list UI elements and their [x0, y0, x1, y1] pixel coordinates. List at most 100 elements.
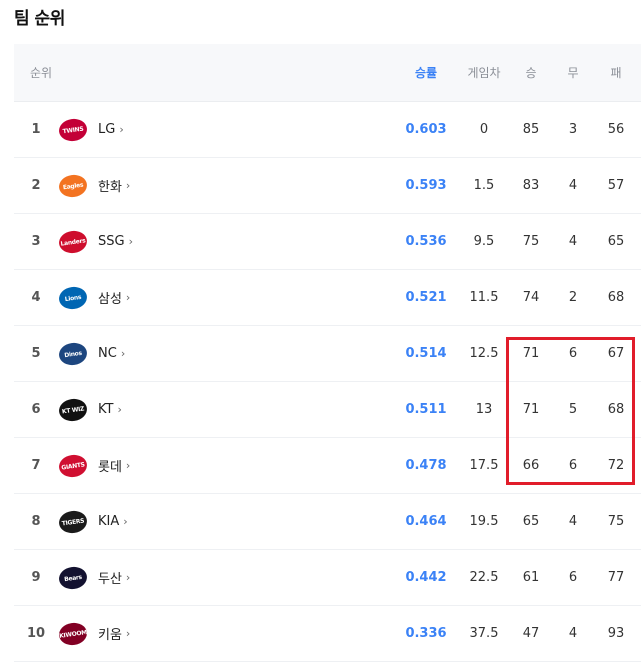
draws: 6 [568, 570, 578, 585]
team-logo-cell[interactable]: GIANTS [57, 438, 89, 493]
chevron-right-icon: › [125, 571, 131, 584]
losses: 93 [607, 626, 625, 641]
team-link[interactable]: 한화 › [98, 158, 218, 213]
wins: 47 [522, 626, 540, 641]
team-logo-icon: Bears [57, 564, 89, 591]
losses: 72 [607, 458, 625, 473]
losses: 65 [607, 234, 625, 249]
rank-value: 6 [31, 402, 41, 417]
header-wins[interactable]: 승 [514, 44, 548, 101]
win-pct: 0.478 [405, 458, 447, 473]
draws: 5 [568, 402, 578, 417]
table-body: 1 TWINS LG › 0.603 0 85 3 56 2 Eagles 한화… [14, 102, 641, 662]
team-name: 키움 [98, 628, 122, 643]
draws: 4 [568, 178, 578, 193]
table-row: 9 Bears 두산 › 0.442 22.5 61 6 77 [14, 550, 641, 606]
team-logo-cell[interactable]: TIGERS [57, 494, 89, 549]
header-games-behind[interactable]: 게임차 [462, 44, 506, 101]
chevron-right-icon: › [120, 347, 126, 360]
chevron-right-icon: › [125, 627, 131, 640]
team-logo-icon: GIANTS [57, 452, 89, 479]
losses: 77 [607, 570, 625, 585]
team-name: 두산 [98, 572, 122, 587]
table-row: 3 Landers SSG › 0.536 9.5 75 4 65 [14, 214, 641, 270]
team-logo-cell[interactable]: TWINS [57, 102, 89, 157]
chevron-right-icon: › [125, 291, 131, 304]
win-pct: 0.511 [405, 402, 447, 417]
team-logo-icon: TIGERS [57, 508, 89, 535]
win-pct: 0.593 [405, 178, 447, 193]
team-link[interactable]: KT › [98, 382, 218, 437]
wins: 71 [522, 402, 540, 417]
team-link[interactable]: KIA › [98, 494, 218, 549]
rank-value: 4 [31, 290, 41, 305]
chevron-right-icon: › [123, 515, 128, 528]
rank-value: 8 [31, 514, 41, 529]
table-row: 4 Lions 삼성 › 0.521 11.5 74 2 68 [14, 270, 641, 326]
team-name: LG [98, 122, 116, 137]
team-logo-icon: Eagles [57, 172, 89, 199]
games-behind: 11.5 [469, 290, 499, 305]
team-link[interactable]: 키움 › [98, 606, 218, 661]
rank-value: 7 [31, 458, 41, 473]
wins: 61 [522, 570, 540, 585]
team-logo-cell[interactable]: KT WIZ [57, 382, 89, 437]
team-logo-cell[interactable]: Eagles [57, 158, 89, 213]
games-behind: 22.5 [469, 570, 499, 585]
win-pct: 0.514 [405, 346, 447, 361]
games-behind: 17.5 [469, 458, 499, 473]
losses: 75 [607, 514, 625, 529]
team-link[interactable]: SSG › [98, 214, 218, 269]
chevron-right-icon: › [117, 403, 122, 416]
table-row: 8 TIGERS KIA › 0.464 19.5 65 4 75 [14, 494, 641, 550]
header-losses[interactable]: 패 [596, 44, 636, 101]
table-row: 6 KT WIZ KT › 0.511 13 71 5 68 [14, 382, 641, 438]
team-link[interactable]: LG › [98, 102, 218, 157]
rank-value: 1 [31, 122, 41, 137]
header-win-pct[interactable]: 승률 [400, 44, 452, 101]
team-link[interactable]: 삼성 › [98, 270, 218, 325]
losses: 68 [607, 290, 625, 305]
games-behind: 37.5 [469, 626, 499, 641]
team-logo-cell[interactable]: Dinos [57, 326, 89, 381]
team-logo-cell[interactable]: Bears [57, 550, 89, 605]
team-logo-icon: Dinos [57, 340, 89, 367]
draws: 2 [568, 290, 578, 305]
rank-value: 3 [31, 234, 41, 249]
wins: 75 [522, 234, 540, 249]
team-logo-cell[interactable]: KIWOOM [57, 606, 89, 661]
team-name: KT [98, 402, 114, 417]
team-logo-icon: KIWOOM [57, 620, 89, 647]
team-name: NC [98, 346, 117, 361]
team-logo-cell[interactable]: Lions [57, 270, 89, 325]
team-logo-cell[interactable]: Landers [57, 214, 89, 269]
team-link[interactable]: NC › [98, 326, 218, 381]
win-pct: 0.442 [405, 570, 447, 585]
losses: 56 [607, 122, 625, 137]
table-row: 7 GIANTS 롯데 › 0.478 17.5 66 6 72 [14, 438, 641, 494]
games-behind: 19.5 [469, 514, 499, 529]
team-link[interactable]: 두산 › [98, 550, 218, 605]
team-name: 롯데 [98, 460, 122, 475]
wins: 71 [522, 346, 540, 361]
header-draws[interactable]: 무 [558, 44, 588, 101]
table-header: 순위 승률 게임차 승 무 패 [14, 44, 641, 102]
games-behind: 12.5 [469, 346, 499, 361]
team-logo-icon: Landers [57, 228, 89, 255]
team-name: KIA [98, 514, 120, 529]
draws: 3 [568, 122, 578, 137]
chevron-right-icon: › [125, 459, 131, 472]
chevron-right-icon: › [125, 179, 131, 192]
rank-value: 10 [26, 626, 46, 641]
page-title: 팀 순위 [14, 9, 65, 29]
win-pct: 0.603 [405, 122, 447, 137]
team-logo-icon: TWINS [57, 116, 89, 143]
win-pct: 0.536 [405, 234, 447, 249]
win-pct: 0.521 [405, 290, 447, 305]
team-link[interactable]: 롯데 › [98, 438, 218, 493]
draws: 4 [568, 234, 578, 249]
win-pct: 0.464 [405, 514, 447, 529]
table-row: 1 TWINS LG › 0.603 0 85 3 56 [14, 102, 641, 158]
draws: 6 [568, 346, 578, 361]
chevron-right-icon: › [119, 123, 124, 136]
